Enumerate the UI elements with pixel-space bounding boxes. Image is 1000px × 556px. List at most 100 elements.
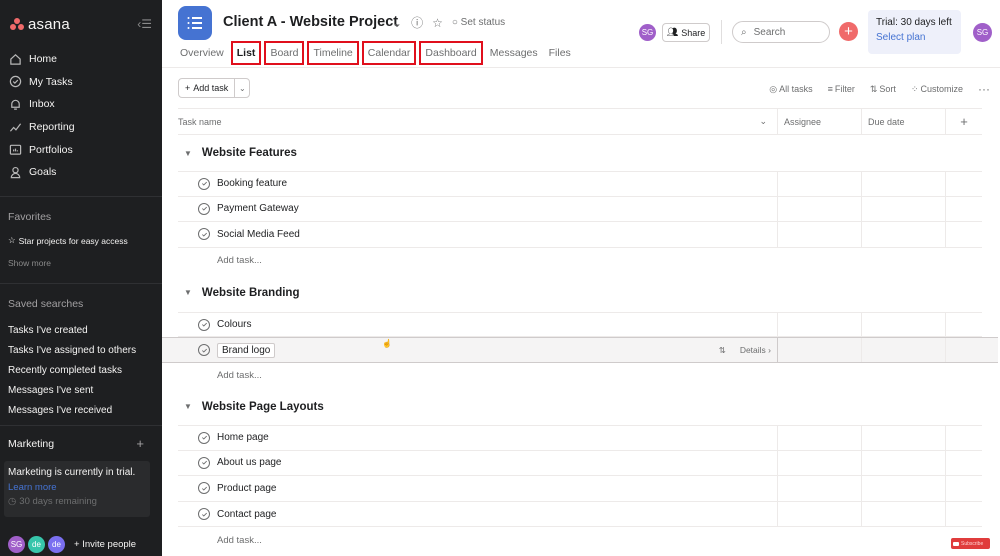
details-button[interactable]: Details › (740, 345, 771, 355)
assignee-cell[interactable] (778, 501, 862, 527)
add-task-inline[interactable]: Add task... (178, 527, 982, 553)
share-button[interactable]: 👥︎ Share (662, 23, 710, 42)
section-header[interactable]: ▼ Website Features (178, 135, 982, 171)
avatar[interactable]: de (28, 536, 45, 553)
search-input[interactable]: ⌕ Search (732, 21, 830, 43)
add-task-button[interactable]: + Add task (179, 79, 236, 97)
table-row[interactable]: Booking feature (178, 171, 982, 197)
sort-button[interactable]: ⇅ Sort (870, 84, 896, 95)
due-date-cell[interactable] (862, 312, 946, 337)
complete-checkbox[interactable] (198, 228, 210, 241)
saved-search-item[interactable]: Recently completed tasks (8, 361, 136, 381)
tab-board[interactable]: Board (264, 41, 305, 65)
task-name-input[interactable]: Brand logo (217, 342, 276, 358)
task-name[interactable]: Payment Gateway (217, 203, 299, 214)
member-avatar[interactable]: SG (639, 24, 656, 41)
subscribe-badge[interactable]: Subscribe (951, 538, 990, 549)
add-task-inline[interactable]: Add task... (178, 363, 982, 389)
table-row[interactable]: Home page (178, 424, 982, 451)
learn-more-link[interactable]: Learn more (8, 482, 146, 493)
sidebar-item-reporting[interactable]: Reporting (0, 116, 162, 139)
due-date-cell[interactable] (862, 476, 946, 501)
complete-checkbox[interactable] (198, 318, 210, 331)
assignee-cell[interactable] (778, 172, 862, 196)
asana-logo[interactable]: asana (10, 16, 70, 33)
table-row-hovered[interactable]: Brand logo ⇅ Details › (162, 337, 998, 363)
star-icon[interactable]: ☆ (432, 16, 443, 30)
saved-search-item[interactable]: Messages I've received (8, 400, 136, 420)
complete-checkbox[interactable] (198, 431, 210, 444)
column-task-name[interactable]: Task name ⌄ (178, 109, 778, 134)
sidebar-item-goals[interactable]: Goals (0, 161, 162, 184)
chevron-down-icon[interactable]: ⌄ (392, 16, 402, 30)
table-row[interactable]: Social Media Feed (178, 222, 982, 248)
task-name[interactable]: Product page (217, 483, 277, 494)
customize-button[interactable]: ⁘ Customize (911, 84, 963, 95)
tab-files[interactable]: Files (545, 41, 575, 65)
caret-down-icon[interactable]: ▼ (184, 288, 192, 297)
column-assignee[interactable]: Assignee (778, 109, 862, 134)
all-tasks-button[interactable]: ◎ All tasks (769, 84, 812, 95)
due-date-cell[interactable] (862, 196, 946, 222)
avatar[interactable]: de (48, 536, 65, 553)
due-date-cell[interactable] (862, 338, 946, 362)
show-more-link[interactable]: Show more (8, 258, 51, 268)
info-icon[interactable]: ⓘ (411, 14, 423, 31)
quick-add-button[interactable]: + (839, 22, 858, 41)
section-header[interactable]: ▼ Website Page Layouts (178, 389, 982, 425)
chevron-down-icon[interactable]: ⌄ (759, 116, 767, 127)
table-row[interactable]: Payment Gateway (178, 196, 982, 223)
collapse-sidebar-icon[interactable]: ‹☰ (137, 17, 152, 31)
assignee-cell[interactable] (778, 450, 862, 476)
more-options-button[interactable]: ··· (978, 82, 990, 96)
saved-search-item[interactable]: Tasks I've created (8, 321, 136, 341)
due-date-cell[interactable] (862, 450, 946, 476)
sidebar-item-inbox[interactable]: Inbox (0, 93, 162, 116)
set-status-button[interactable]: ○ Set status (452, 17, 505, 28)
add-task-inline[interactable]: Add task... (178, 248, 982, 274)
filter-button[interactable]: ≡ Filter (828, 84, 855, 94)
due-date-cell[interactable] (862, 222, 946, 247)
task-name[interactable]: Booking feature (217, 178, 287, 189)
due-date-cell[interactable] (862, 172, 946, 196)
section-header[interactable]: ▼ Website Branding (178, 274, 982, 312)
task-name[interactable]: Home page (217, 432, 269, 443)
add-project-button[interactable]: + (136, 437, 144, 450)
assignee-cell[interactable] (778, 476, 862, 501)
assignee-cell[interactable] (778, 222, 862, 247)
task-name[interactable]: About us page (217, 457, 282, 468)
assignee-cell[interactable] (778, 425, 862, 450)
assignee-cell[interactable] (778, 338, 862, 362)
column-due-date[interactable]: Due date (862, 109, 946, 134)
tab-messages[interactable]: Messages (486, 41, 542, 65)
table-row[interactable]: About us page (178, 450, 982, 477)
team-name[interactable]: Marketing (8, 438, 54, 450)
sidebar-item-my-tasks[interactable]: My Tasks (0, 71, 162, 94)
caret-down-icon[interactable]: ▼ (184, 149, 192, 158)
user-avatar[interactable]: SG (973, 23, 992, 42)
assignee-cell[interactable] (778, 196, 862, 222)
subtask-icon[interactable]: ⇅ (719, 345, 726, 356)
complete-checkbox[interactable] (198, 456, 210, 469)
add-task-dropdown[interactable]: ⌄ (235, 79, 249, 97)
tab-calendar[interactable]: Calendar (361, 41, 417, 65)
tab-list[interactable]: List (230, 41, 262, 65)
complete-checkbox[interactable] (198, 482, 210, 495)
complete-checkbox[interactable] (198, 177, 210, 190)
table-row[interactable]: Colours (178, 311, 982, 338)
sidebar-item-home[interactable]: Home (0, 48, 162, 71)
table-row[interactable]: Product page (178, 476, 982, 502)
invite-people-button[interactable]: + Invite people (74, 539, 136, 550)
tab-overview[interactable]: Overview (176, 41, 228, 65)
saved-search-item[interactable]: Tasks I've assigned to others (8, 341, 136, 361)
tab-timeline[interactable]: Timeline (307, 41, 359, 65)
complete-checkbox[interactable] (198, 344, 210, 357)
saved-search-item[interactable]: Messages I've sent (8, 380, 136, 400)
due-date-cell[interactable] (862, 425, 946, 450)
due-date-cell[interactable] (862, 501, 946, 527)
select-plan-link[interactable]: Select plan (876, 32, 953, 43)
task-name[interactable]: Colours (217, 319, 251, 330)
assignee-cell[interactable] (778, 312, 862, 337)
table-row[interactable]: Contact page (178, 501, 982, 528)
task-name[interactable]: Social Media Feed (217, 229, 300, 240)
